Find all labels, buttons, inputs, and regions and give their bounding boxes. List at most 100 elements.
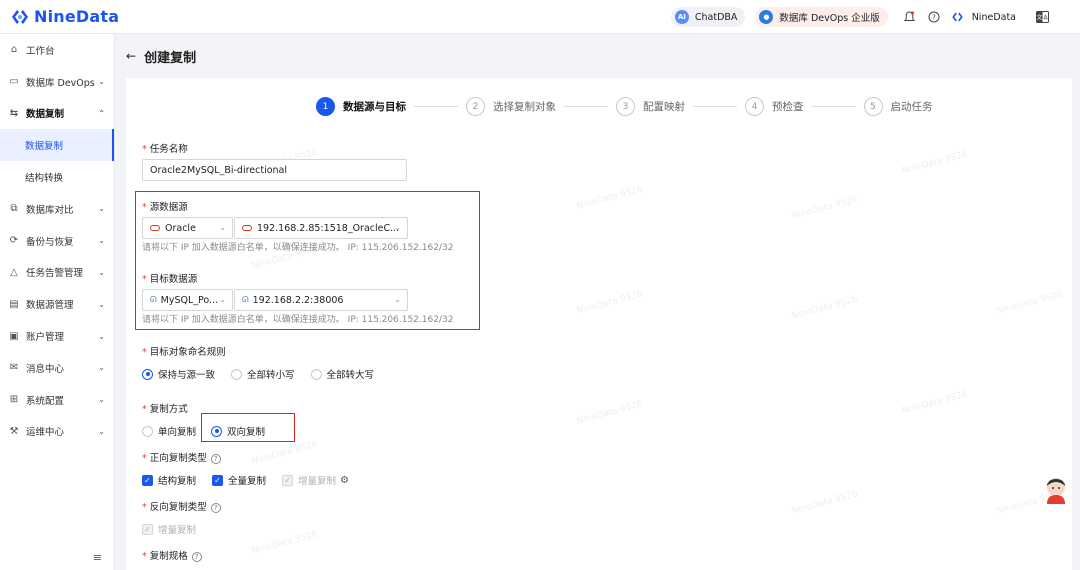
source-type-select[interactable]: Oracle ⌄ — [142, 217, 233, 239]
reverse-type-label: * 反向复制类型? — [142, 499, 221, 513]
radio-unchecked — [310, 368, 322, 380]
checkbox-checked-icon: ✓ — [212, 474, 224, 486]
radio-checked — [142, 368, 153, 380]
watermark: NineData 9526 — [575, 399, 644, 427]
step-5: 5 启动任务 — [863, 97, 933, 116]
brand-name: NineData — [34, 7, 120, 26]
help-icon[interactable]: ? — [210, 454, 221, 464]
naming-upper-option[interactable]: 全部转大写 — [310, 367, 374, 381]
step-label: 预检查 — [772, 101, 804, 113]
brand-logo[interactable]: NineData — [10, 7, 119, 26]
radio-unchecked — [231, 368, 243, 380]
bell-icon[interactable] — [903, 10, 917, 24]
step-number: 2 — [466, 97, 485, 116]
main-content: ← 创建复制 NineData 9526 NineData 9526 NineD… — [116, 34, 1080, 570]
step-3: 3 配置映射 — [616, 97, 685, 116]
naming-keep-option[interactable]: 保持与源一致 — [142, 367, 215, 381]
assistant-avatar[interactable] — [1044, 476, 1068, 504]
sidebar-item-devops[interactable]: ▭ 数据库 DevOps ⌄ — [0, 66, 114, 98]
source-instance-select[interactable]: 192.168.2.85:1518_OracleC... ⌄ — [234, 217, 408, 239]
spec-label: * 复制规格? — [142, 548, 202, 562]
chevron-down-icon: ⌄ — [98, 331, 105, 341]
sidebar-item-alerts[interactable]: △ 任务告警管理 ⌄ — [0, 257, 114, 289]
watermark: NineData 9526 — [790, 294, 859, 322]
sidebar-item-label: 消息中心 — [26, 363, 65, 375]
sidebar-item-messages[interactable]: ✉ 消息中心 ⌄ — [0, 352, 114, 384]
mode-radio-group: 单向复制 双向复制 — [142, 424, 281, 438]
sidebar-subitem-replication[interactable]: 数据复制 — [0, 129, 114, 162]
sidebar-subitem-schema-convert[interactable]: 结构转换 — [0, 161, 114, 193]
target-instance-select[interactable]: ᘏ 192.168.2.2:38006 ⌄ — [234, 289, 408, 311]
sidebar-item-replication[interactable]: ⇆ 数据复制 ⌃ — [0, 98, 114, 130]
step-connector — [811, 106, 856, 107]
user-name[interactable]: NineData — [972, 12, 1016, 23]
sidebar-item-settings[interactable]: ⊞ 系统配置 ⌄ — [0, 384, 114, 416]
watermark: NineData 9526 — [900, 149, 969, 177]
step-connector — [693, 106, 737, 107]
page-title: 创建复制 — [144, 50, 197, 66]
svg-text:A: A — [1043, 15, 1048, 22]
naming-lower-option[interactable]: 全部转小写 — [231, 367, 295, 381]
chevron-down-icon: ⌄ — [219, 295, 226, 304]
target-type-select[interactable]: ᘏ MySQL_Po... ⌄ — [142, 289, 233, 311]
user-logo-icon[interactable] — [951, 10, 965, 24]
help-icon[interactable]: ? — [927, 10, 941, 24]
source-label: * 源数据源 — [142, 202, 188, 213]
back-arrow-icon[interactable]: ← — [126, 49, 136, 63]
mode-unidirectional-option[interactable]: 单向复制 — [142, 424, 196, 438]
sidebar-item-account[interactable]: ▣ 账户管理 ⌄ — [0, 320, 114, 352]
mode-bidirectional-option[interactable]: 双向复制 — [211, 424, 265, 438]
sidebar-item-label: 系统配置 — [26, 395, 65, 407]
reverse-incremental-option: ✓ 增量复制 — [142, 522, 196, 536]
watermark: NineData 9526 — [790, 194, 859, 222]
sidebar-item-datasource[interactable]: ▤ 数据源管理 ⌄ — [0, 288, 114, 320]
oracle-icon — [150, 225, 160, 231]
reverse-type-checkbox-group: ✓ 增量复制 — [142, 522, 212, 536]
replicate-icon: ⇆ — [9, 107, 19, 119]
chevron-down-icon: ⌄ — [98, 426, 105, 436]
collapse-menu-icon[interactable]: ≡ — [93, 551, 102, 564]
help-icon[interactable]: ? — [210, 503, 221, 513]
help-icon[interactable]: ? — [191, 552, 202, 562]
monitor-icon: ▭ — [9, 76, 19, 88]
sidebar-item-label: 结构转换 — [25, 173, 64, 185]
chatdba-button[interactable]: AI ChatDBA — [670, 7, 746, 27]
radio-checked — [211, 425, 223, 437]
chevron-up-icon: ⌃ — [98, 108, 105, 118]
wrench-icon: ⚒ — [9, 425, 19, 437]
language-icon[interactable]: 文A — [1035, 10, 1049, 24]
gear-icon[interactable]: ⚙ — [340, 475, 349, 486]
step-label: 选择复制对象 — [493, 101, 556, 113]
step-label: 启动任务 — [890, 101, 933, 113]
compare-icon: ⧉ — [10, 203, 18, 215]
source-instance-value: 192.168.2.85:1518_OracleC... — [257, 222, 400, 234]
forward-full-option[interactable]: ✓ 全量复制 — [212, 473, 266, 487]
svg-text:文: 文 — [1036, 14, 1042, 22]
step-connector — [414, 106, 458, 107]
ninedata-logo-icon — [12, 9, 28, 24]
chevron-down-icon: ⌄ — [98, 395, 105, 405]
sidebar-item-backup[interactable]: ⟳ 备份与恢复 ⌄ — [0, 225, 114, 257]
chevron-down-icon: ⌄ — [98, 77, 105, 87]
task-name-input[interactable]: Oracle2MySQL_Bi-directional — [142, 159, 407, 181]
watermark: NineData 9526 — [575, 184, 644, 212]
chevron-down-icon: ⌄ — [394, 223, 401, 232]
sidebar-item-ops[interactable]: ⚒ 运维中心 ⌄ — [0, 416, 114, 448]
step-1: 1 数据源与目标 — [316, 97, 406, 116]
forward-schema-option[interactable]: ✓ 结构复制 — [142, 473, 196, 487]
step-number: 1 — [316, 97, 335, 116]
mode-label: * 复制方式 — [142, 404, 188, 415]
target-whitelist-hint: 请将以下 IP 加入数据源白名单，以确保连接成功。 IP: 115.206.15… — [142, 315, 454, 325]
chevron-down-icon: ⌄ — [98, 363, 105, 373]
edition-label: 数据库 DevOps 企业版 — [779, 13, 880, 24]
sidebar-item-label: 备份与恢复 — [26, 236, 74, 248]
step-number: 4 — [745, 97, 764, 116]
watermark: NineData 9526 — [790, 489, 859, 517]
target-label: * 目标数据源 — [142, 274, 198, 285]
sidebar-item-workbench[interactable]: ⌂ 工作台 — [0, 34, 114, 66]
forward-incremental-option: ✓ 增量复制 — [282, 473, 336, 487]
sidebar-item-compare[interactable]: ⧉ 数据库对比 ⌄ — [0, 193, 114, 225]
sidebar-item-label: 账户管理 — [26, 332, 65, 344]
watermark: NineData 9526 — [250, 439, 319, 467]
edition-badge[interactable]: ● 数据库 DevOps 企业版 — [755, 7, 888, 27]
